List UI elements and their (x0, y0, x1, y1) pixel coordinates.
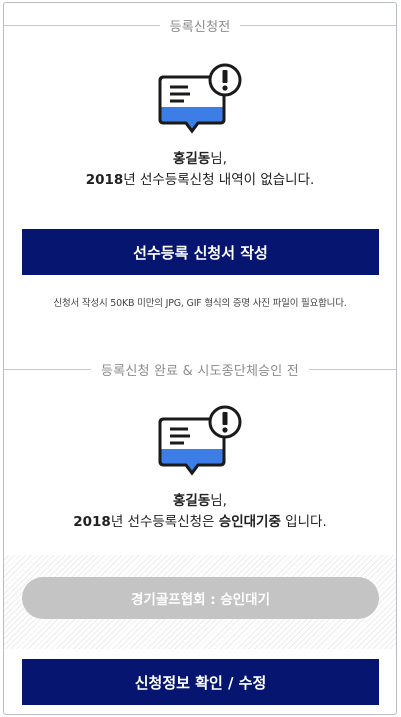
section-title-pending: 등록신청 완료 & 시도종단체승인 전 (101, 363, 299, 379)
before-message: 홍길동님, 2018년 선수등록신청 내역이 없습니다. (4, 149, 396, 191)
write-registration-form-button[interactable]: 선수등록 신청서 작성 (22, 229, 379, 275)
message-alert-icon (158, 63, 242, 135)
honorific: 님, (210, 493, 227, 509)
view-edit-application-button[interactable]: 신청정보 확인 / 수정 (22, 659, 379, 705)
registration-panel: 등록신청전 홍길동님, 2018년 선수등록신청 내역이 없습니다. 선수등록 … (3, 2, 397, 715)
user-name: 홍길동 (173, 151, 211, 167)
section-divider-pending: 등록신청 완료 & 시도종단체승인 전 (4, 359, 396, 379)
section-divider-before: 등록신청전 (4, 15, 396, 35)
honorific: 님, (210, 151, 227, 167)
section-title-before: 등록신청전 (169, 19, 231, 35)
year: 2018 (85, 172, 124, 188)
message-alert-icon (158, 405, 242, 477)
no-record-text: 년 선수등록신청 내역이 없습니다. (123, 172, 315, 188)
pending-message: 홍길동님, 2018년 선수등록신청은 승인대기중 입니다. (73, 493, 327, 530)
approval-status-badge: 경기골프협회 : 승인대기 (22, 577, 379, 619)
photo-requirement-note: 신청서 작성시 50KB 미만의 JPG, GIF 형식의 증명 사진 파일이 … (53, 298, 347, 309)
year: 2018 (73, 514, 111, 530)
user-name: 홍길동 (173, 493, 211, 509)
approval-status-text: 승인대기중 (218, 514, 281, 530)
